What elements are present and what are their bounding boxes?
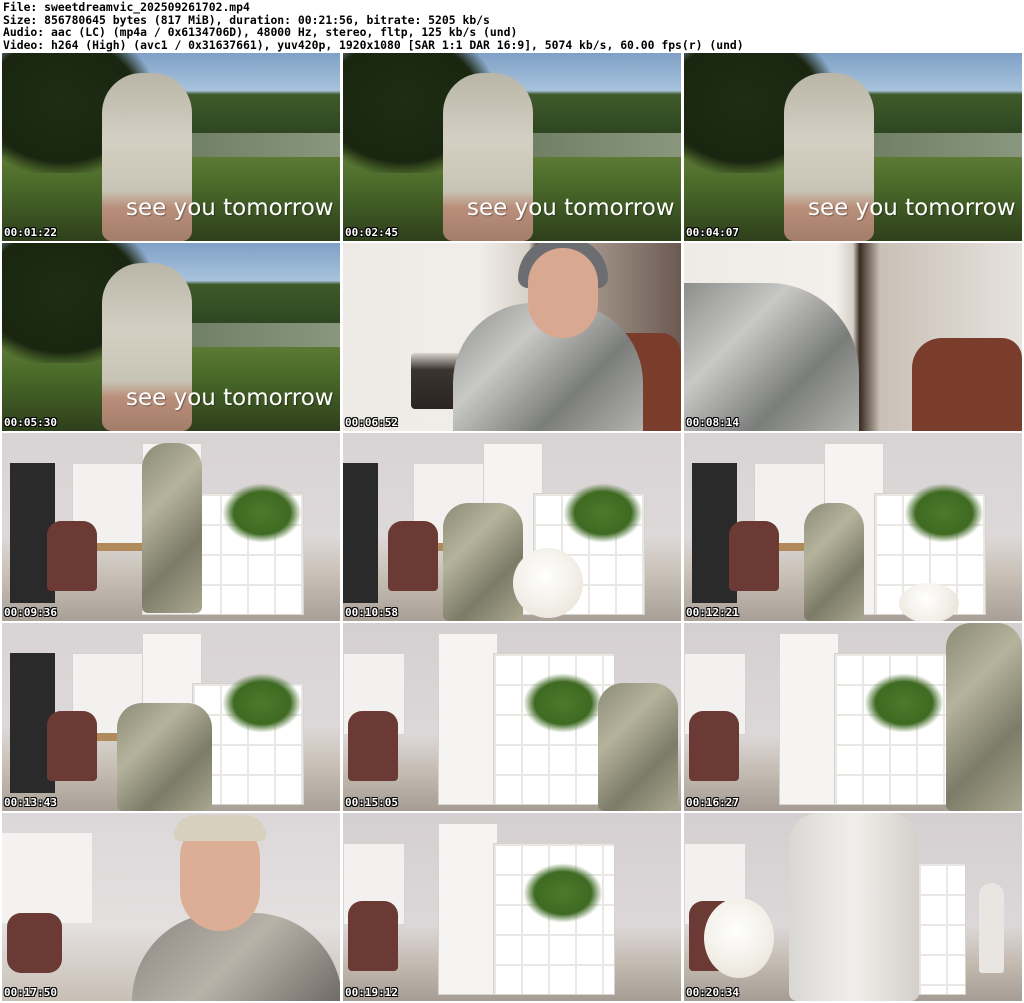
indoor-closeup-scene bbox=[684, 243, 1022, 431]
frame-timestamp: 00:20:34 bbox=[686, 986, 739, 999]
frame-timestamp: 00:01:22 bbox=[4, 226, 57, 239]
room-scene bbox=[343, 813, 681, 1001]
frame-timestamp: 00:04:07 bbox=[686, 226, 739, 239]
frame-timestamp: 00:02:45 bbox=[345, 226, 398, 239]
video-caption: see you tomorrow bbox=[467, 195, 675, 221]
thumbnail-grid: see you tomorrow 00:01:22 see you tomorr… bbox=[2, 53, 1022, 1001]
thumbnail-frame: 00:19:12 bbox=[343, 813, 681, 1001]
frame-timestamp: 00:13:43 bbox=[4, 796, 57, 809]
thumbnail-frame: 00:08:14 bbox=[684, 243, 1022, 431]
thumbnail-frame: 00:17:50 bbox=[2, 813, 340, 1001]
room-scene bbox=[343, 433, 681, 621]
video-caption: see you tomorrow bbox=[126, 195, 334, 221]
thumbnail-frame: see you tomorrow 00:05:30 bbox=[2, 243, 340, 431]
frame-timestamp: 00:08:14 bbox=[686, 416, 739, 429]
frame-timestamp: 00:19:12 bbox=[345, 986, 398, 999]
thumbnail-frame: 00:16:27 bbox=[684, 623, 1022, 811]
frame-timestamp: 00:06:52 bbox=[345, 416, 398, 429]
indoor-closeup-scene bbox=[343, 243, 681, 431]
frame-timestamp: 00:15:05 bbox=[345, 796, 398, 809]
frame-timestamp: 00:12:21 bbox=[686, 606, 739, 619]
frame-timestamp: 00:05:30 bbox=[4, 416, 57, 429]
thumbnail-frame: 00:13:43 bbox=[2, 623, 340, 811]
thumbnail-frame: 00:06:52 bbox=[343, 243, 681, 431]
file-info-header: File: sweetdreamvic_202509261702.mp4 Size… bbox=[3, 1, 1021, 53]
thumbnail-frame: see you tomorrow 00:04:07 bbox=[684, 53, 1022, 241]
contact-sheet: File: sweetdreamvic_202509261702.mp4 Size… bbox=[0, 0, 1024, 1003]
thumbnail-frame: 00:12:21 bbox=[684, 433, 1022, 621]
thumbnail-frame: 00:15:05 bbox=[343, 623, 681, 811]
room-scene bbox=[684, 813, 1022, 1001]
thumbnail-frame: see you tomorrow 00:02:45 bbox=[343, 53, 681, 241]
room-scene bbox=[2, 433, 340, 621]
room-scene bbox=[684, 433, 1022, 621]
room-scene bbox=[684, 623, 1022, 811]
room-scene bbox=[343, 623, 681, 811]
room-scene bbox=[2, 623, 340, 811]
thumbnail-frame: 00:09:36 bbox=[2, 433, 340, 621]
frame-timestamp: 00:17:50 bbox=[4, 986, 57, 999]
frame-timestamp: 00:10:58 bbox=[345, 606, 398, 619]
frame-timestamp: 00:16:27 bbox=[686, 796, 739, 809]
video-caption: see you tomorrow bbox=[808, 195, 1016, 221]
frame-timestamp: 00:09:36 bbox=[4, 606, 57, 619]
closeup-scene bbox=[2, 813, 340, 1001]
thumbnail-frame: 00:20:34 bbox=[684, 813, 1022, 1001]
thumbnail-frame: 00:10:58 bbox=[343, 433, 681, 621]
thumbnail-frame: see you tomorrow 00:01:22 bbox=[2, 53, 340, 241]
audio-info-line: Audio: aac (LC) (mp4a / 0x6134706D), 480… bbox=[3, 25, 518, 40]
file-name-line: File: sweetdreamvic_202509261702.mp4 bbox=[3, 1, 250, 14]
video-caption: see you tomorrow bbox=[126, 385, 334, 411]
video-info-line: Video: h264 (High) (avc1 / 0x31637661), … bbox=[3, 37, 744, 52]
